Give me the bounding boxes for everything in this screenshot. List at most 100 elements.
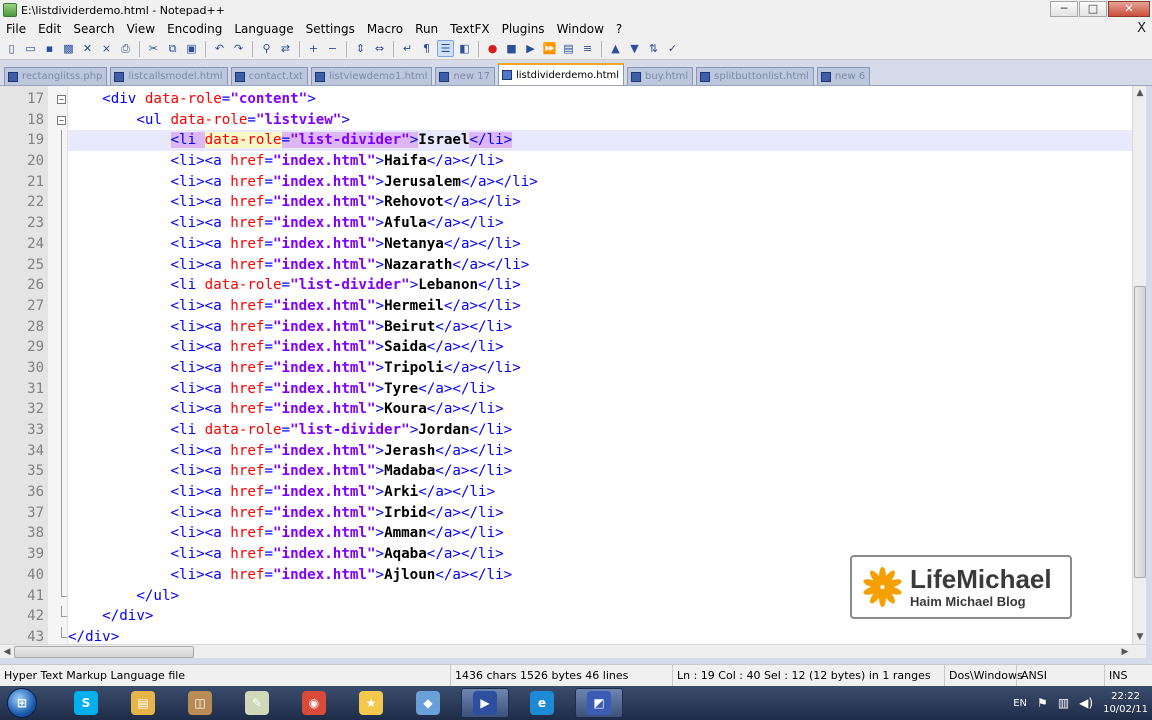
menu-view[interactable]: View <box>121 22 161 36</box>
taskbar-briefcase-button[interactable]: ◫ <box>176 688 224 718</box>
indent-guide-icon[interactable]: ☰ <box>437 40 454 57</box>
tab-active-document[interactable]: listdividerdemo.html <box>497 63 625 85</box>
code-line[interactable]: 23 <li><a href="index.html">Afula</a></l… <box>27 213 1132 234</box>
language-indicator[interactable]: EN <box>1013 698 1027 709</box>
menu-settings[interactable]: Settings <box>300 22 361 36</box>
code-line[interactable]: 22 <li><a href="index.html">Rehovot</a><… <box>27 192 1132 214</box>
taskbar-paint-button[interactable]: ◆ <box>404 688 452 718</box>
paste-icon[interactable]: ▣ <box>183 40 200 57</box>
horizontal-scrollbar[interactable]: ◀ ▶ <box>0 644 1146 658</box>
trim-icon[interactable]: ≡ <box>579 40 596 57</box>
flag-icon[interactable]: ⚑ <box>1037 696 1048 710</box>
menu-edit[interactable]: Edit <box>32 22 67 36</box>
scroll-down-arrow-icon[interactable]: ▼ <box>1133 630 1147 644</box>
sync-h-icon[interactable]: ⇔ <box>371 40 388 57</box>
taskbar-notepad-button[interactable]: ✎ <box>233 688 281 718</box>
code-line[interactable]: 32 <li><a href="index.html">Koura</a></l… <box>27 399 1132 420</box>
menu-language[interactable]: Language <box>228 22 299 36</box>
taskbar-chrome-button[interactable]: ◉ <box>290 688 338 718</box>
zoom-out-icon[interactable]: − <box>324 40 341 57</box>
find-icon[interactable]: ⚲ <box>258 40 275 57</box>
vertical-scroll-thumb[interactable] <box>1134 286 1146 578</box>
taskbar-visual-studio-button[interactable]: ◩ <box>575 688 623 718</box>
close-icon[interactable]: ✕ <box>79 40 96 57</box>
scroll-up-arrow-icon[interactable]: ▲ <box>1133 86 1147 100</box>
stop-icon[interactable]: ■ <box>503 40 520 57</box>
code-line[interactable]: 34 <li><a href="index.html">Jerash</a></… <box>27 440 1132 462</box>
code-line[interactable]: 27 <li><a href="index.html">Hermeil</a><… <box>27 295 1132 317</box>
fold-toggle-icon[interactable]: − <box>57 115 66 125</box>
taskbar-screen-recorder-button[interactable]: ▶ <box>461 688 509 718</box>
taskbar-skype-button[interactable]: S <box>62 688 110 718</box>
code-line[interactable]: 17 − <div data-role="content"> <box>27 89 1132 110</box>
tab-document[interactable]: contact.txt <box>230 67 308 85</box>
code-line[interactable]: 21 <li><a href="index.html">Jerusalem</a… <box>27 171 1132 193</box>
current-code-line[interactable]: 19 <li data-role="list-divider">Israel</… <box>27 130 1132 152</box>
scroll-right-arrow-icon[interactable]: ▶ <box>1118 645 1132 659</box>
scroll-left-arrow-icon[interactable]: ◀ <box>0 645 14 659</box>
up-icon[interactable]: ▲ <box>607 40 624 57</box>
replace-icon[interactable]: ⇄ <box>277 40 294 57</box>
code-line[interactable]: 31 <li><a href="index.html">Tyre</a></li… <box>27 378 1132 400</box>
menu-file[interactable]: File <box>0 22 32 36</box>
taskbar-explorer-button[interactable]: ▤ <box>119 688 167 718</box>
code-line[interactable]: 26 <li data-role="list-divider">Lebanon<… <box>27 275 1132 296</box>
redo-icon[interactable]: ↷ <box>230 40 247 57</box>
code-line[interactable]: 18 − <ul data-role="listview"> <box>27 110 1132 131</box>
down-icon[interactable]: ▼ <box>626 40 643 57</box>
code-line[interactable]: 35 <li><a href="index.html">Madaba</a></… <box>27 461 1132 483</box>
print-icon[interactable]: ⎙ <box>117 40 134 57</box>
vertical-scrollbar[interactable]: ▲ ▼ <box>1132 86 1146 644</box>
sync-v-icon[interactable]: ⇕ <box>352 40 369 57</box>
record-icon[interactable]: ● <box>484 40 501 57</box>
code-line[interactable]: 30 <li><a href="index.html">Tripoli</a><… <box>27 357 1132 379</box>
sort-icon[interactable]: ⇅ <box>645 40 662 57</box>
tab-document[interactable]: buy.html <box>627 67 694 85</box>
user-lang-icon[interactable]: ◧ <box>456 40 473 57</box>
taskbar-ie-button[interactable]: e <box>518 688 566 718</box>
tab-document[interactable]: new 17 <box>435 67 495 85</box>
save-icon[interactable]: ▪ <box>41 40 58 57</box>
taskbar-jar-button[interactable]: ★ <box>347 688 395 718</box>
tab-document[interactable]: rectanglitss.php <box>4 67 108 85</box>
fold-toggle-icon[interactable]: − <box>57 95 66 104</box>
menu-window[interactable]: Window <box>551 22 610 36</box>
close-button[interactable]: ✕ <box>1108 1 1150 17</box>
cut-icon[interactable]: ✂ <box>145 40 162 57</box>
close-document-button[interactable]: X <box>1137 21 1146 36</box>
tab-document[interactable]: new 6 <box>816 67 871 85</box>
menu-encoding[interactable]: Encoding <box>161 22 228 36</box>
save-macro-icon[interactable]: ▤ <box>560 40 577 57</box>
word-wrap-icon[interactable]: ↵ <box>399 40 416 57</box>
code-line[interactable]: 24 <li><a href="index.html">Netanya</a><… <box>27 233 1132 255</box>
close-all-icon[interactable]: ⨯ <box>98 40 115 57</box>
network-icon[interactable]: ▥ <box>1058 696 1069 710</box>
menu-macro[interactable]: Macro <box>361 22 409 36</box>
menu-search[interactable]: Search <box>67 22 120 36</box>
new-icon[interactable]: ▯ <box>3 40 20 57</box>
code-line[interactable]: 36 <li><a href="index.html">Arki</a></li… <box>27 482 1132 503</box>
code-line[interactable]: 43 </div> <box>27 626 1132 644</box>
spell-icon[interactable]: ✓ <box>664 40 681 57</box>
menu-help[interactable]: ? <box>610 22 628 36</box>
code-line[interactable]: 20 <li><a href="index.html">Haifa</a></l… <box>27 151 1132 172</box>
fold-margin[interactable] <box>48 86 68 644</box>
minimize-button[interactable]: ─ <box>1050 1 1078 17</box>
tab-document[interactable]: listcallsmodel.html <box>110 67 228 85</box>
maximize-button[interactable]: □ <box>1079 1 1107 17</box>
menu-run[interactable]: Run <box>409 22 444 36</box>
code-line[interactable]: 38 <li><a href="index.html">Amman</a></l… <box>27 523 1132 545</box>
play-icon[interactable]: ▶ <box>522 40 539 57</box>
code-line[interactable]: 25 <li><a href="index.html">Nazarath</a>… <box>27 254 1132 276</box>
menu-textfx[interactable]: TextFX <box>444 22 495 36</box>
zoom-in-icon[interactable]: + <box>305 40 322 57</box>
volume-icon[interactable]: ◀) <box>1079 696 1093 710</box>
code-line[interactable]: 37 <li><a href="index.html">Irbid</a></l… <box>27 502 1132 524</box>
code-line[interactable]: 33 <li data-role="list-divider">Jordan</… <box>27 420 1132 441</box>
start-button[interactable]: ⊞ <box>2 686 42 720</box>
show-all-icon[interactable]: ¶ <box>418 40 435 57</box>
clock[interactable]: 22:22 10/02/11 <box>1103 690 1148 716</box>
save-all-icon[interactable]: ▩ <box>60 40 77 57</box>
tab-document[interactable]: splitbuttonlist.html <box>696 67 814 85</box>
copy-icon[interactable]: ⧉ <box>164 40 181 57</box>
